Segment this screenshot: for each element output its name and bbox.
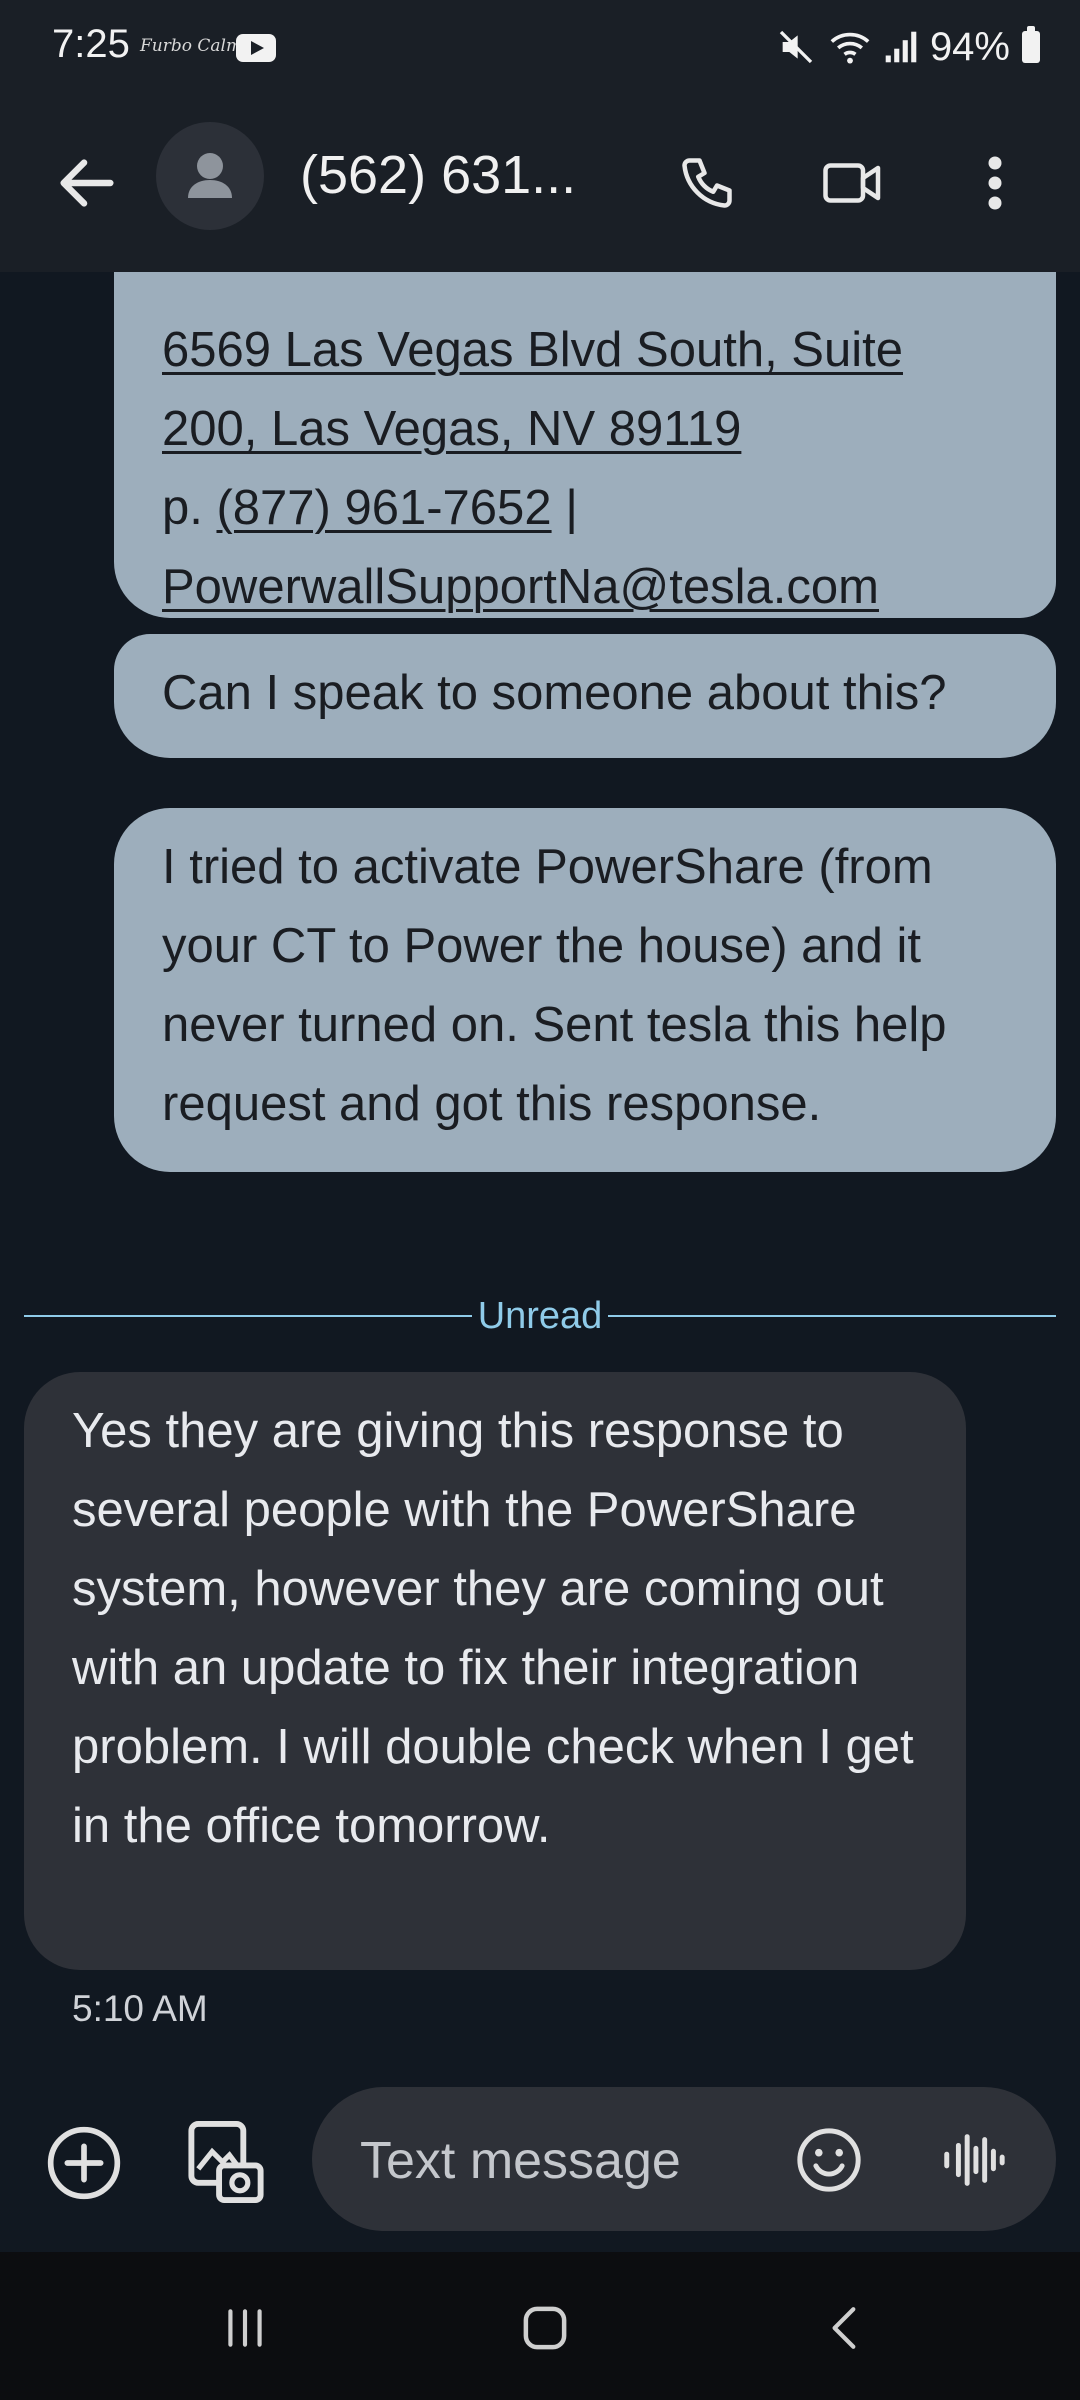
address-link[interactable]: 6569 Las Vegas Blvd South, Suite: [162, 323, 903, 377]
message-timestamp: 5:10 AM: [72, 1988, 208, 2029]
gallery-camera-icon[interactable]: [184, 2117, 268, 2207]
back-arrow-icon[interactable]: [52, 148, 122, 218]
video-camera-icon: [823, 163, 881, 203]
phone-suffix: |: [551, 481, 578, 535]
message-bubble-outgoing[interactable]: 6569 Las Vegas Blvd South, Suite 200, La…: [114, 272, 1056, 618]
message-input[interactable]: Text message: [312, 2087, 1056, 2231]
system-navigation-bar: [0, 2252, 1080, 2400]
status-bar: 7:25 Furbo Calm 94%: [0, 0, 1080, 96]
battery-icon: [1022, 26, 1040, 63]
message-input-placeholder: Text message: [360, 2132, 681, 2190]
recents-icon: [228, 2309, 262, 2347]
back-chevron-icon: [832, 2307, 856, 2349]
more-options-button[interactable]: [950, 138, 1040, 228]
divider-line: [24, 1315, 472, 1317]
avatar[interactable]: [156, 122, 264, 230]
home-icon: [523, 2306, 567, 2350]
back-button[interactable]: [790, 2288, 900, 2368]
person-icon: [188, 153, 232, 198]
message-text: Can I speak to someone about this?: [162, 666, 947, 720]
address-link[interactable]: 200, Las Vegas, NV 89119: [162, 402, 741, 456]
contact-name[interactable]: (562) 631...: [300, 144, 576, 206]
call-button[interactable]: [662, 138, 752, 228]
home-button[interactable]: [490, 2288, 600, 2368]
email-link[interactable]: PowerwallSupportNa@tesla.com: [162, 560, 879, 614]
notification-text: Furbo Calm: [140, 36, 243, 56]
voice-message-icon[interactable]: [938, 2125, 1008, 2195]
phone-prefix: p.: [162, 481, 217, 535]
clipped-line: [162, 272, 1008, 311]
message-bubble-outgoing[interactable]: Can I speak to someone about this?: [114, 634, 1056, 758]
message-bubble-incoming[interactable]: Yes they are giving this response to sev…: [24, 1372, 966, 1970]
divider-line: [608, 1315, 1057, 1317]
composer: Text message: [0, 2087, 1080, 2247]
message-text: Yes they are giving this response to sev…: [72, 1404, 914, 1853]
system-icons: 94%: [776, 22, 1040, 72]
wifi-icon: [830, 32, 870, 64]
mute-icon: [779, 30, 813, 64]
unread-divider: Unread: [24, 1294, 1057, 1338]
conversation-header: (562) 631...: [0, 96, 1080, 272]
battery-percent: 94%: [929, 24, 1010, 69]
message-list[interactable]: 6569 Las Vegas Blvd South, Suite 200, La…: [0, 272, 1080, 2087]
youtube-icon: [236, 34, 276, 62]
emoji-icon[interactable]: [794, 2125, 864, 2195]
video-call-button[interactable]: [808, 138, 898, 228]
message-bubble-outgoing[interactable]: I tried to activate PowerShare (from you…: [114, 808, 1056, 1172]
message-text: I tried to activate PowerShare (from you…: [162, 840, 947, 1131]
add-attachment-icon[interactable]: [44, 2123, 124, 2203]
phone-icon: [682, 158, 732, 208]
signal-icon: [885, 31, 917, 63]
unread-label: Unread: [477, 1294, 603, 1337]
more-vert-icon: [988, 156, 1002, 210]
recent-apps-button[interactable]: [190, 2288, 300, 2368]
phone-link[interactable]: (877) 961-7652: [216, 481, 551, 535]
clock: 7:25: [52, 22, 130, 66]
